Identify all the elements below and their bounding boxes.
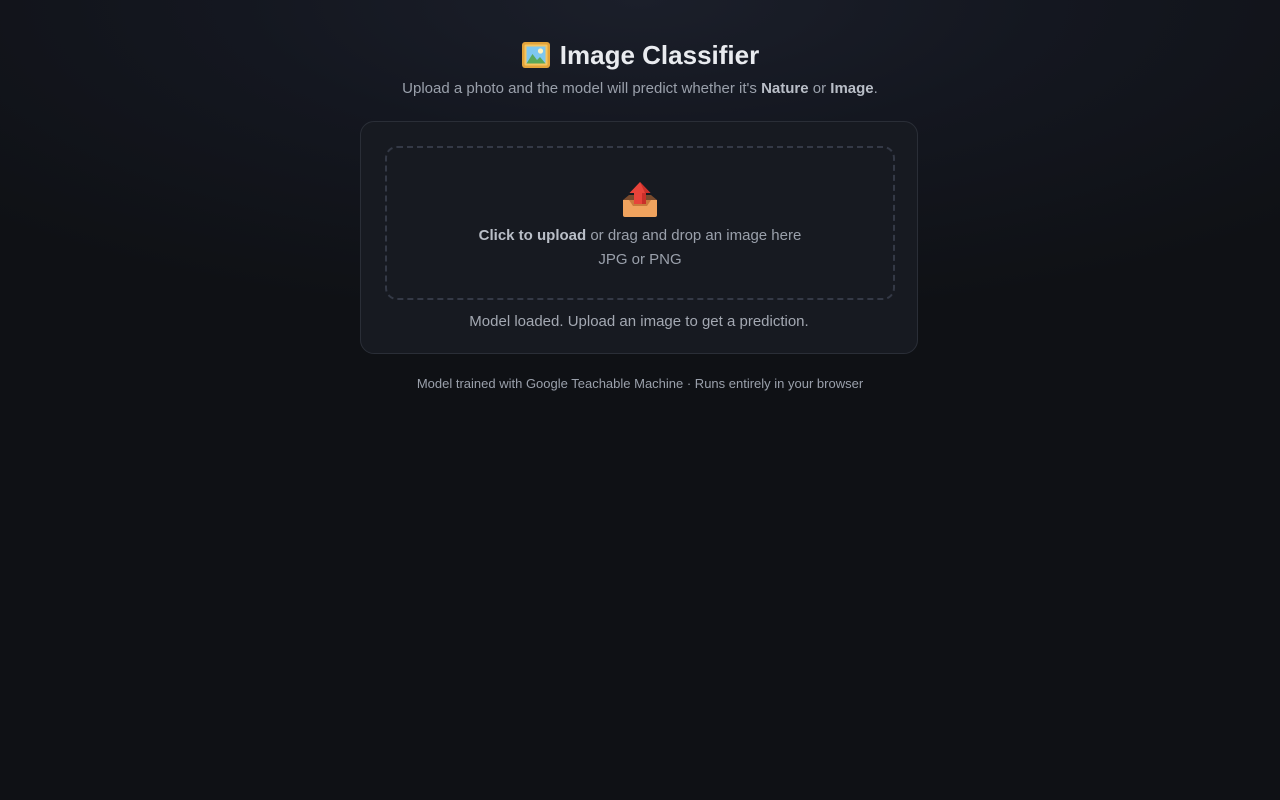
accepted-formats: JPG or PNG bbox=[598, 251, 682, 268]
framed-picture-icon bbox=[521, 42, 550, 68]
upload-card: Click to upload or drag and drop an imag… bbox=[360, 121, 918, 354]
header: Image Classifier Upload a photo and the … bbox=[0, 38, 1280, 99]
page-subtitle: Upload a photo and the model will predic… bbox=[0, 79, 1280, 99]
page-title-text: Image Classifier bbox=[559, 40, 760, 70]
status-message: Model loaded. Upload an image to get a p… bbox=[469, 313, 809, 330]
outbox-tray-icon bbox=[623, 182, 657, 217]
drag-drop-hint: or drag and drop an image here bbox=[586, 227, 802, 244]
subtitle-mid: or bbox=[808, 80, 831, 97]
class-label-nature: Nature bbox=[761, 80, 809, 97]
upload-instructions: Click to upload or drag and drop an imag… bbox=[387, 226, 893, 246]
subtitle-suffix: . bbox=[873, 80, 878, 97]
page-title: Image Classifier bbox=[521, 38, 759, 72]
upload-dropzone[interactable]: Click to upload or drag and drop an imag… bbox=[385, 146, 895, 300]
class-label-image: Image bbox=[830, 80, 874, 97]
subtitle-prefix: Upload a photo and the model will predic… bbox=[402, 80, 762, 97]
footer-note: Model trained with Google Teachable Mach… bbox=[416, 376, 864, 391]
click-to-upload-link[interactable]: Click to upload bbox=[479, 227, 587, 244]
